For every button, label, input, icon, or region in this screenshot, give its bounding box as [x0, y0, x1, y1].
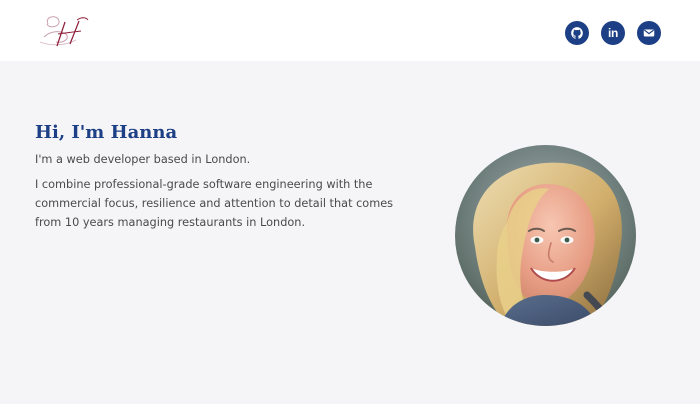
- linkedin-icon[interactable]: in: [601, 21, 625, 45]
- profile-photo: [455, 145, 636, 326]
- intro-lead: I'm a web developer based in London.: [35, 153, 251, 166]
- page-title: Hi, I'm Hanna: [35, 122, 178, 143]
- linkedin-label: in: [607, 26, 619, 40]
- site-header: in: [0, 0, 700, 61]
- intro-body: I combine professional-grade software en…: [35, 178, 394, 229]
- hm-monogram-logo[interactable]: [34, 12, 92, 50]
- github-icon[interactable]: [565, 21, 589, 45]
- email-icon[interactable]: [637, 21, 661, 45]
- intro-text: Hi, I'm Hanna I'm a web developer based …: [35, 122, 395, 232]
